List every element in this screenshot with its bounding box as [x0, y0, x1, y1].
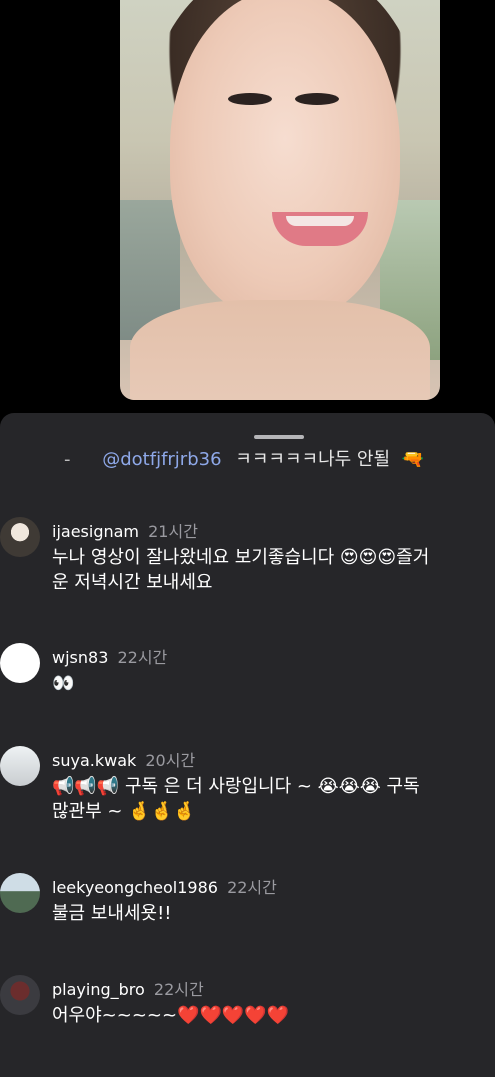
comment-meta: leekyeongcheol1986 22시간 [52, 874, 277, 898]
video-subject-eye-left [228, 93, 272, 105]
comment-time: 22시간 [227, 878, 277, 897]
comment-meta: ijaesignam 21시간 [52, 518, 198, 542]
partial-comment-text: ㅋㅋㅋㅋㅋ나두 안될 [235, 449, 391, 470]
partial-comment-dash: - [64, 449, 71, 470]
video-subject-eye-right [295, 93, 339, 105]
video-subject-face [170, 0, 400, 320]
partial-comment-row: - @dotfjfrjrb36 ㅋㅋㅋㅋㅋ나두 안될 🔫 [64, 445, 424, 471]
avatar[interactable] [0, 975, 40, 1015]
comment-time: 22시간 [117, 648, 168, 667]
comment-text: 어우야~~~~~❤️❤️❤️❤️❤️ [52, 1003, 495, 1028]
comments-sheet: - @dotfjfrjrb36 ㅋㅋㅋㅋㅋ나두 안될 🔫 ijaesignam … [0, 413, 495, 1077]
comment-text: 불금 보내세욧!! [52, 901, 495, 926]
comment-username[interactable]: ijaesignam [52, 522, 139, 541]
comment-text: 👀 [52, 671, 495, 696]
comment-time: 22시간 [153, 980, 204, 999]
comment-text-line: 누나 영상이 잘나왔네요 보기좋습니다 😍😍😍즐거 [52, 547, 430, 568]
comment-text: 누나 영상이 잘나왔네요 보기좋습니다 😍😍😍즐거 운 저녁시간 보내세요 [52, 545, 495, 595]
comment-username[interactable]: playing_bro [52, 980, 145, 999]
avatar[interactable] [0, 873, 40, 913]
comment-text-line: 불금 보내세욧!! [52, 903, 172, 924]
comment-time: 20시간 [145, 751, 196, 770]
comment-text: 📢📢📢 구독 은 더 사랑입니다 ~ 😭😭😭 구독 많관부 ~ 🤞🤞🤞 [52, 774, 495, 824]
comment-username[interactable]: wjsn83 [52, 648, 108, 667]
comment-username[interactable]: leekyeongcheol1986 [52, 878, 218, 897]
water-gun-emoji: 🔫 [401, 449, 425, 470]
video-subject-mouth [272, 212, 368, 246]
video-preview[interactable] [120, 0, 440, 400]
avatar[interactable] [0, 746, 40, 786]
sheet-drag-handle[interactable] [254, 435, 304, 439]
comment-time: 21시간 [148, 522, 198, 541]
avatar[interactable] [0, 643, 40, 683]
video-subject-shoulders [130, 300, 430, 400]
comment-text-line: 📢📢📢 구독 은 더 사랑입니다 ~ 😭😭😭 구독 [52, 776, 420, 797]
screen: - @dotfjfrjrb36 ㅋㅋㅋㅋㅋ나두 안될 🔫 ijaesignam … [0, 0, 495, 1077]
mention-link[interactable]: @dotfjfrjrb36 [102, 449, 221, 470]
comment-text-line: 운 저녁시간 보내세요 [52, 572, 213, 593]
comment-meta: suya.kwak 20시간 [52, 747, 195, 771]
comment-text-line: 어우야~~~~~❤️❤️❤️❤️❤️ [52, 1005, 290, 1026]
comment-meta: playing_bro 22시간 [52, 976, 204, 1000]
comment-text-line: 많관부 ~ 🤞🤞🤞 [52, 801, 196, 822]
comment-meta: wjsn83 22시간 [52, 644, 167, 668]
comment-text-line: 👀 [52, 673, 75, 694]
comment-username[interactable]: suya.kwak [52, 751, 136, 770]
avatar[interactable] [0, 517, 40, 557]
